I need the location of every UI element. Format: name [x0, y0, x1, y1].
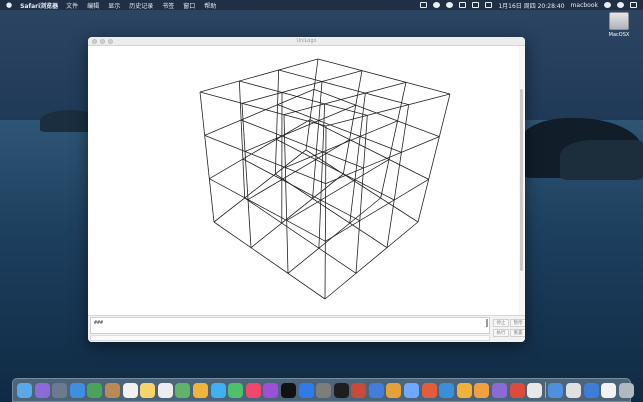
menu-help[interactable]: 帮助 [204, 1, 216, 10]
app-icon-4[interactable] [404, 382, 420, 398]
facetime-icon[interactable] [228, 382, 244, 398]
app-icon-7[interactable] [456, 382, 472, 398]
wallpaper-island [560, 140, 643, 180]
menu-view[interactable]: 显示 [108, 1, 120, 10]
status-bar [90, 335, 490, 341]
cube-edge [355, 115, 368, 274]
cube-edge [199, 91, 327, 127]
reminders-icon[interactable] [157, 382, 173, 398]
cube-edge [276, 138, 395, 201]
unilogo-window: UniLogo ### 停止 暂停 执行 重置 [88, 37, 525, 342]
dock [12, 378, 634, 402]
window-title: UniLogo [296, 38, 317, 44]
app-icon-5[interactable] [421, 382, 437, 398]
cube-edge [274, 69, 280, 175]
input-method-icon[interactable] [459, 2, 467, 8]
system-preferences-icon[interactable] [316, 382, 332, 398]
app-icon-8[interactable] [474, 382, 490, 398]
cube-edge [305, 58, 319, 151]
siri-icon[interactable] [34, 382, 50, 398]
menubar-user[interactable]: macbook [571, 2, 598, 9]
podcasts-icon[interactable] [263, 382, 279, 398]
run-button[interactable]: 执行 [493, 329, 509, 337]
desktop-drive[interactable]: MacOSX [604, 12, 634, 46]
appstore-icon[interactable] [298, 382, 314, 398]
screen-mirror-icon[interactable] [472, 2, 480, 8]
messages-icon[interactable] [210, 382, 226, 398]
wifi-icon[interactable] [433, 2, 441, 8]
cube-edge [312, 81, 323, 199]
hard-drive-icon [609, 12, 629, 30]
menu-history[interactable]: 历史记录 [129, 1, 153, 10]
calendar-icon[interactable] [122, 382, 138, 398]
menubar-clock[interactable]: 1月16日 周四 20:28:40 [498, 1, 564, 10]
window-titlebar[interactable]: UniLogo [88, 37, 525, 46]
canvas-scrollbar-thumb[interactable] [520, 89, 523, 271]
menu-file[interactable]: 文件 [66, 1, 78, 10]
status-app-icon[interactable] [420, 2, 428, 8]
code-input-scrollbar[interactable] [486, 319, 488, 327]
menu-window[interactable]: 窗口 [183, 1, 195, 10]
cube-edge [342, 70, 363, 175]
cube-edge [324, 125, 327, 300]
drawing-canvas[interactable] [88, 46, 519, 315]
cube-edge [317, 58, 451, 95]
cube-edge [380, 82, 407, 199]
app-icon-3[interactable] [386, 382, 402, 398]
reset-button[interactable]: 重置 [510, 329, 525, 337]
notification-center-icon[interactable] [630, 2, 637, 8]
cube-edge [275, 173, 388, 249]
cube-edge [250, 173, 344, 248]
app-icon-13[interactable] [583, 382, 599, 398]
cube-edge [386, 104, 410, 248]
cube-edge [417, 93, 451, 223]
contacts-icon[interactable] [104, 382, 120, 398]
menu-bar: ● Safari浏览器 文件 编辑 显示 历史记录 书签 窗口 帮助 1月16日… [0, 0, 643, 10]
cube-edge [305, 149, 419, 223]
maps-icon[interactable] [175, 382, 191, 398]
stop-button[interactable]: 停止 [493, 319, 509, 327]
notes-icon[interactable] [140, 382, 156, 398]
app-icon-1[interactable] [351, 382, 367, 398]
launchpad-icon[interactable] [52, 382, 68, 398]
command-panel: ### 停止 暂停 执行 重置 [88, 315, 525, 342]
spotlight-search-icon[interactable] [604, 2, 611, 8]
dock-separator [544, 382, 546, 398]
cube-edge [244, 197, 357, 274]
app-icon-10[interactable] [509, 382, 525, 398]
drive-label: MacOSX [608, 32, 630, 38]
trash-icon[interactable] [618, 382, 634, 398]
cube-edge [278, 69, 409, 106]
app-icon-12[interactable] [566, 382, 581, 398]
downloads-icon[interactable] [548, 382, 564, 398]
app-icon-6[interactable] [439, 382, 455, 398]
safari-icon[interactable] [69, 382, 85, 398]
pause-button[interactable]: 暂停 [510, 319, 525, 327]
wireframe-cube-drawing [199, 58, 451, 300]
code-input[interactable]: ### [90, 317, 490, 334]
app-icon-11[interactable] [527, 382, 543, 398]
battery-icon[interactable] [485, 2, 493, 8]
siri-menubar-icon[interactable] [617, 2, 624, 8]
cube-edge [213, 149, 307, 223]
music-icon[interactable] [245, 382, 261, 398]
app-menu[interactable]: Safari浏览器 [20, 1, 58, 10]
finder-icon[interactable] [17, 382, 32, 398]
photos-app-icon[interactable] [87, 382, 103, 398]
photos-icon[interactable] [192, 382, 208, 398]
menu-edit[interactable]: 编辑 [87, 1, 99, 10]
cube-edge [213, 221, 326, 300]
cube-edge [239, 80, 368, 116]
volume-icon[interactable] [446, 2, 454, 8]
terminal-icon[interactable] [333, 382, 349, 398]
app-icon-9[interactable] [492, 382, 508, 398]
cube-edge [199, 91, 215, 223]
menu-bookmarks[interactable]: 书签 [162, 1, 174, 10]
apple-menu-icon[interactable]: ● [6, 1, 12, 9]
app-icon-2[interactable] [368, 382, 384, 398]
appletv-icon[interactable] [280, 382, 296, 398]
app-icon-14[interactable] [601, 382, 617, 398]
